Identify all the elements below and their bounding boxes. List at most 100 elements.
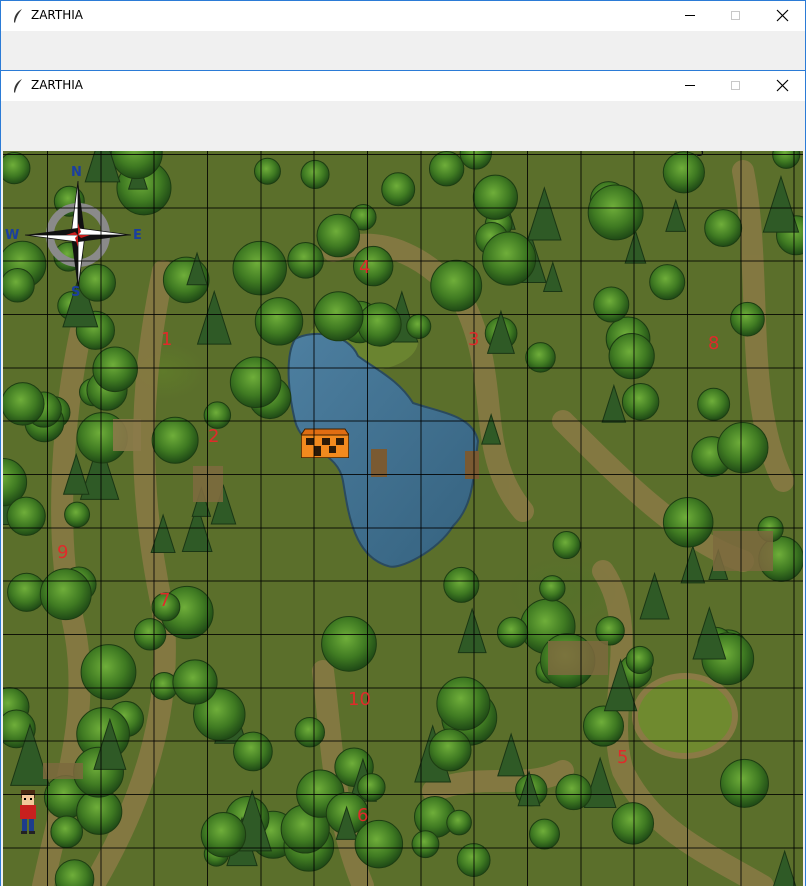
oak-tree xyxy=(459,151,492,170)
compass-east: E xyxy=(133,228,142,243)
pine-tree xyxy=(542,260,563,292)
window-title: ZARTHIA xyxy=(31,78,83,92)
oak-tree xyxy=(39,568,92,621)
oak-tree xyxy=(472,174,518,220)
oak-tree xyxy=(552,530,581,560)
feather-icon xyxy=(14,9,22,23)
close-button[interactable] xyxy=(759,1,805,31)
oak-tree xyxy=(411,830,440,859)
oak-tree xyxy=(6,496,46,536)
pine-tree xyxy=(497,732,526,777)
zone-label-9: 9 xyxy=(57,542,69,563)
zone-label-3: 3 xyxy=(468,329,480,350)
oak-tree xyxy=(772,151,801,169)
zone-label-2: 2 xyxy=(208,426,220,447)
maximize-button[interactable] xyxy=(713,1,759,31)
oak-tree xyxy=(720,758,769,808)
oak-tree xyxy=(430,259,483,312)
close-button[interactable] xyxy=(759,71,805,101)
oak-tree xyxy=(151,416,199,464)
oak-tree xyxy=(587,184,644,241)
oak-tree xyxy=(254,157,281,185)
pine-tree xyxy=(762,175,800,233)
oak-tree xyxy=(254,297,304,346)
oak-tree xyxy=(625,645,654,675)
oak-tree xyxy=(730,301,765,337)
pine-tree xyxy=(527,186,562,241)
oak-tree xyxy=(316,213,361,258)
oak-tree xyxy=(92,346,138,393)
oak-tree xyxy=(436,676,491,731)
player-character[interactable] xyxy=(17,788,39,836)
oak-tree xyxy=(611,802,655,845)
pine-tree xyxy=(639,571,670,620)
zone-label-8: 8 xyxy=(708,333,720,354)
oak-tree xyxy=(456,843,491,878)
oak-tree xyxy=(593,286,630,323)
oak-tree xyxy=(621,383,660,421)
oak-tree xyxy=(662,496,714,548)
oak-tree xyxy=(539,575,566,602)
zone-label-4: 4 xyxy=(359,257,371,278)
house-icon[interactable] xyxy=(301,428,349,458)
close-icon xyxy=(776,79,789,92)
pine-tree xyxy=(196,289,232,345)
oak-tree xyxy=(717,421,769,474)
minimize-icon xyxy=(685,15,695,16)
background-window: ZARTHIA xyxy=(0,0,806,72)
oak-tree xyxy=(80,644,137,700)
pine-tree xyxy=(457,607,487,654)
oak-tree xyxy=(582,705,625,747)
oak-tree xyxy=(428,151,465,187)
oak-tree xyxy=(54,859,95,886)
oak-tree xyxy=(357,773,386,802)
compass-rose: N S E W xyxy=(3,163,153,303)
oak-tree xyxy=(232,240,287,296)
oak-tree xyxy=(300,159,330,189)
zone-label-7: 7 xyxy=(159,590,171,611)
oak-tree xyxy=(704,209,743,248)
maximize-button[interactable] xyxy=(713,71,759,101)
compass-west: W xyxy=(5,228,20,243)
pine-tree xyxy=(773,849,797,886)
minimize-button[interactable] xyxy=(667,71,713,101)
top-zone-label: 5 xyxy=(696,151,705,160)
oak-tree xyxy=(287,242,324,279)
pine-tree xyxy=(665,198,687,232)
compass-south: S xyxy=(71,285,81,300)
oak-tree xyxy=(3,382,45,426)
zone-label-1: 1 xyxy=(161,329,173,350)
oak-tree xyxy=(294,716,325,748)
oak-tree xyxy=(64,501,91,528)
oak-tree xyxy=(200,812,247,858)
title-bar[interactable]: ZARTHIA xyxy=(1,1,805,31)
oak-tree xyxy=(354,819,404,869)
minimize-icon xyxy=(685,85,695,86)
game-map[interactable]: N S E W 1 2 3 4 5 6 7 8 9 10 5 xyxy=(3,151,803,886)
oak-tree xyxy=(496,616,529,648)
oak-tree xyxy=(595,616,625,646)
oak-tree xyxy=(357,302,402,347)
oak-tree xyxy=(555,773,592,811)
oak-tree xyxy=(525,342,556,373)
minimize-button[interactable] xyxy=(667,1,713,31)
compass-icon xyxy=(24,180,132,290)
close-icon xyxy=(776,9,789,22)
oak-tree xyxy=(133,618,167,651)
oak-tree xyxy=(443,566,480,603)
oak-tree xyxy=(608,332,655,380)
window-title: ZARTHIA xyxy=(31,8,83,22)
oak-tree xyxy=(321,615,377,672)
title-bar[interactable]: ZARTHIA xyxy=(1,71,805,101)
oak-tree xyxy=(203,401,232,429)
oak-tree xyxy=(649,264,686,301)
oak-tree xyxy=(50,815,84,849)
compass-north: N xyxy=(71,165,82,180)
oak-tree xyxy=(172,659,218,705)
zone-label-10: 10 xyxy=(348,689,371,710)
feather-icon xyxy=(14,79,22,93)
oak-tree xyxy=(229,356,282,409)
maximize-icon xyxy=(731,11,740,20)
oak-tree xyxy=(529,818,560,850)
oak-tree xyxy=(381,172,416,207)
